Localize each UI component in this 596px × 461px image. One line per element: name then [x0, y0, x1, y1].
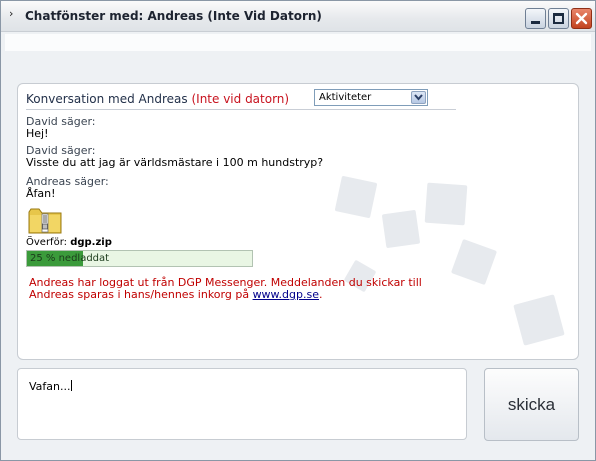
dropdown-arrow-icon[interactable] [411, 91, 426, 104]
activity-select-value: Aktiviteter [319, 92, 372, 103]
window-title: Chatfönster med: Andreas (Inte Vid Dator… [25, 9, 322, 23]
logout-notice-text: Andreas har loggat ut från DGP Messenger… [29, 276, 422, 301]
window-menu-icon[interactable]: › [9, 7, 13, 20]
decorative-tile [424, 182, 468, 226]
minimize-icon [531, 21, 540, 24]
text-caret [70, 380, 72, 391]
send-button[interactable]: skicka [484, 368, 579, 441]
maximize-button[interactable] [548, 8, 569, 29]
conversation-title: Konversation med Andreas [26, 92, 188, 106]
message-input-value: Vafan... [29, 380, 71, 393]
transfer-filename: dgp.zip [70, 237, 112, 248]
conversation-header: Konversation med Andreas (Inte vid dator… [26, 92, 289, 106]
logout-notice-end: . [318, 288, 323, 301]
zip-file-icon[interactable] [28, 207, 62, 239]
decorative-tile [334, 175, 378, 219]
close-button[interactable] [571, 8, 592, 29]
progress-text: 25 % nedladdat [30, 253, 110, 264]
message: David säger: Visste du att jag är världs… [26, 145, 323, 169]
conversation-panel: Konversation med Andreas (Inte vid dator… [17, 83, 579, 360]
logout-notice: Andreas har loggat ut från DGP Messenger… [29, 277, 449, 301]
chat-window: › Chatfönster med: Andreas (Inte Vid Dat… [0, 0, 596, 461]
decorative-tile [513, 294, 565, 346]
header-divider [26, 109, 456, 110]
message-input[interactable]: Vafan... [17, 368, 467, 440]
decorative-tile [450, 238, 498, 286]
toolbar-strip [5, 34, 591, 51]
message-text: Visste du att jag är världsmästare i 100… [26, 156, 324, 169]
close-icon [575, 12, 588, 25]
message-text: Åfan! [26, 187, 56, 200]
maximize-icon [553, 13, 564, 24]
message: Andreas säger: Åfan! [26, 176, 109, 200]
activity-select[interactable]: Aktiviteter [314, 89, 428, 106]
contact-status: (Inte vid datorn) [191, 92, 290, 106]
transfer-info: Överför: dgp.zip [26, 237, 112, 248]
message: David säger: Hej! [26, 116, 96, 140]
transfer-label: Överför: [26, 237, 67, 248]
download-progress-bar: 25 % nedladdat [26, 250, 253, 267]
message-text: Hej! [26, 127, 49, 140]
decorative-tile [381, 209, 421, 249]
minimize-button[interactable] [525, 8, 546, 29]
inbox-link[interactable]: www.dgp.se [253, 288, 319, 301]
title-bar[interactable]: › Chatfönster med: Andreas (Inte Vid Dat… [1, 1, 595, 32]
